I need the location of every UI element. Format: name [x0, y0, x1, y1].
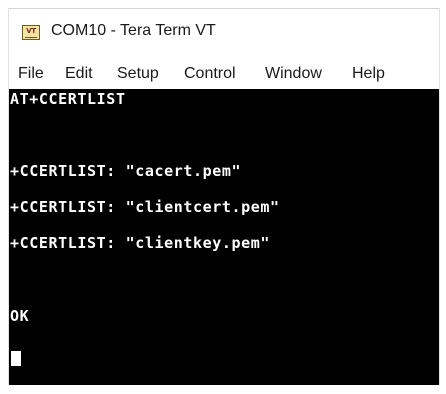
terminal-line-response: +CCERTLIST: "clientkey.pem" — [10, 234, 271, 252]
menu-file[interactable]: File — [18, 65, 44, 83]
terminal-line-ok: OK — [10, 307, 30, 325]
menu-window[interactable]: Window — [265, 65, 322, 83]
menu-bar: File Edit Setup Control Window Help — [9, 56, 439, 92]
terminal-cursor — [11, 351, 21, 366]
menu-help[interactable]: Help — [352, 65, 385, 83]
terminal-line-response: +CCERTLIST: "clientcert.pem" — [10, 198, 280, 216]
terminal-line-response: +CCERTLIST: "cacert.pem" — [10, 162, 242, 180]
menu-edit[interactable]: Edit — [65, 65, 93, 83]
terminal-screen[interactable]: AT+CCERTLIST +CCERTLIST: "cacert.pem" +C… — [9, 89, 439, 385]
tera-term-window: VT COM10 - Tera Term VT File Edit Setup … — [8, 8, 440, 385]
tera-term-app-icon[interactable]: VT — [22, 25, 40, 40]
window-title: COM10 - Tera Term VT — [51, 22, 216, 39]
title-bar[interactable]: VT COM10 - Tera Term VT — [9, 9, 439, 56]
menu-setup[interactable]: Setup — [117, 65, 159, 83]
terminal-line-command: AT+CCERTLIST — [10, 90, 126, 108]
menu-control[interactable]: Control — [184, 65, 236, 83]
